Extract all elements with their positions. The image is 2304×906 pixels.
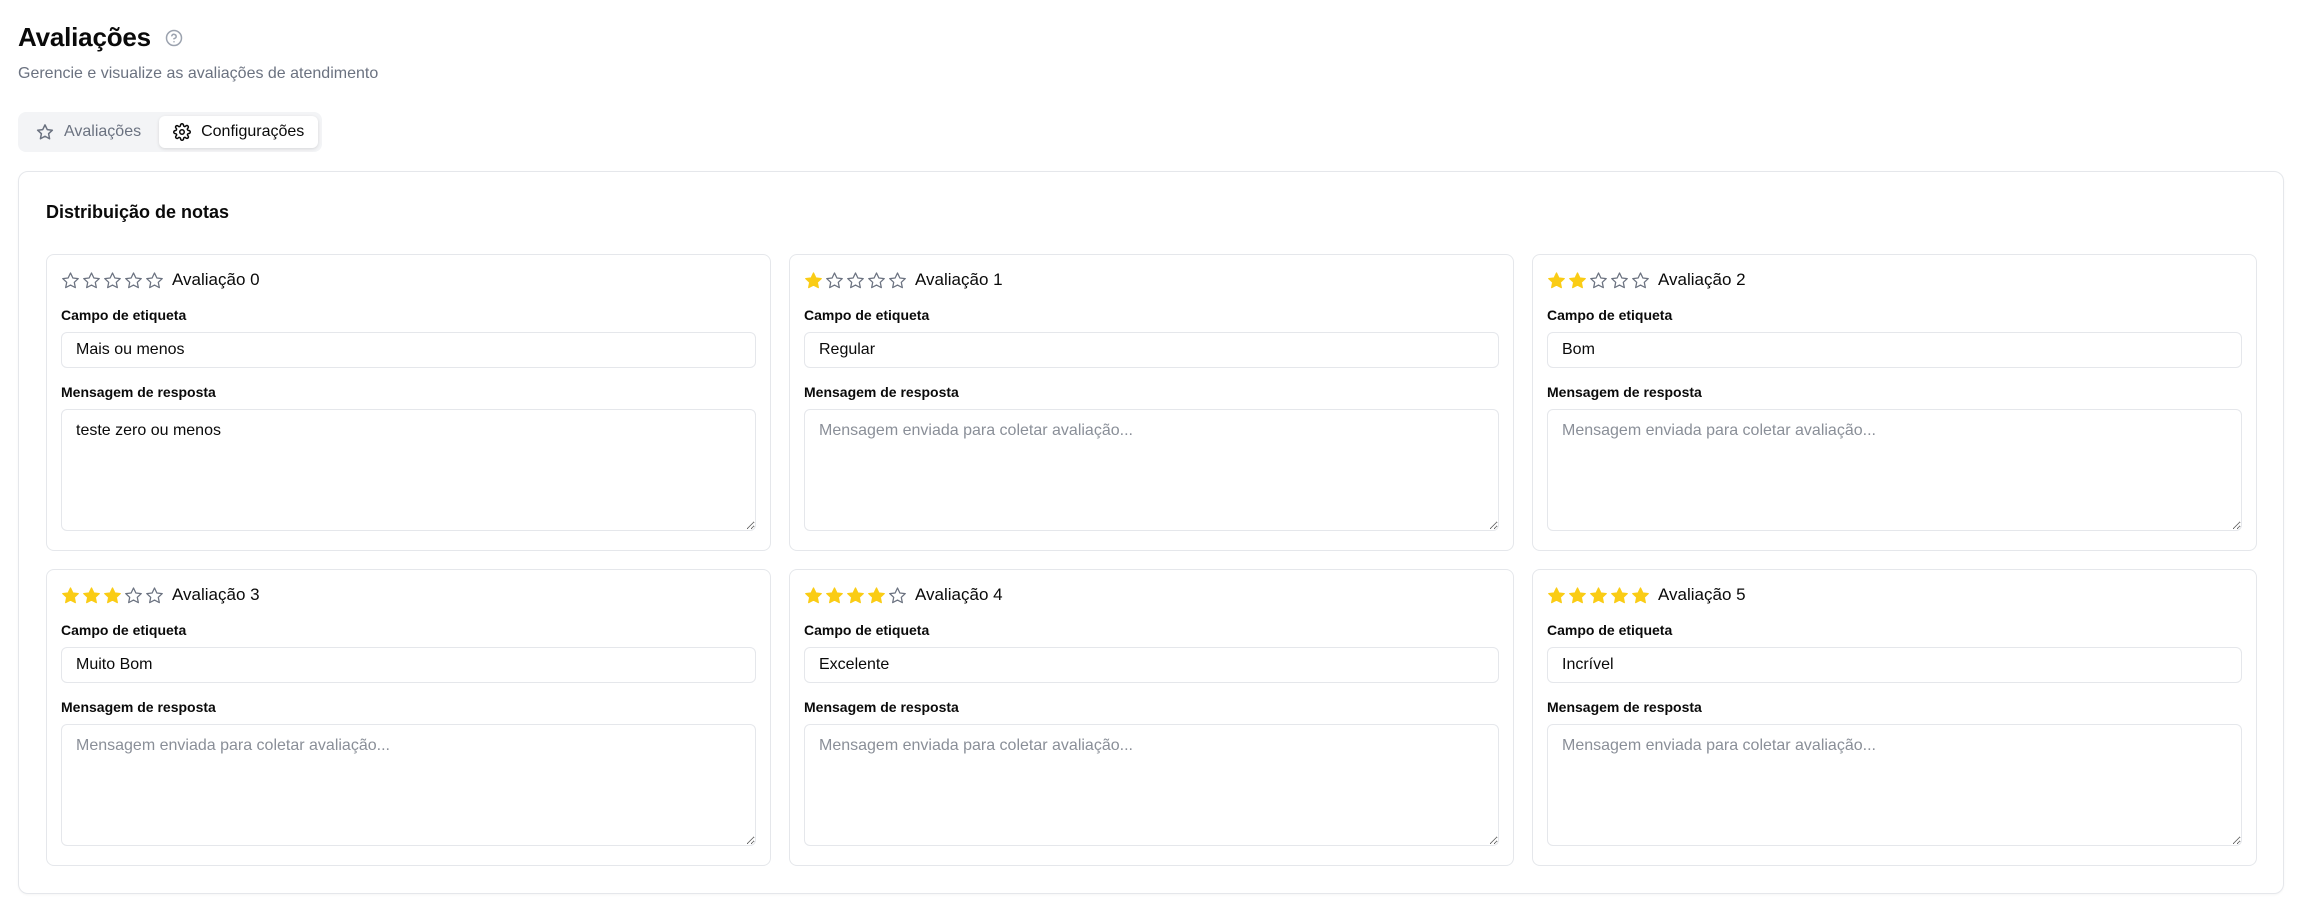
- star-filled-icon: [867, 586, 886, 605]
- star-empty-icon: [124, 586, 143, 605]
- star-empty-icon: [103, 271, 122, 290]
- card-title: Avaliação 3: [172, 585, 260, 604]
- card-header: Avaliação 3: [61, 584, 756, 606]
- card-title: Avaliação 2: [1658, 270, 1746, 289]
- star-empty-icon: [825, 271, 844, 290]
- message-textarea[interactable]: [1547, 409, 2242, 531]
- card-header: Avaliação 4: [804, 584, 1499, 606]
- message-field-label: Mensagem de resposta: [1547, 699, 1702, 715]
- star-empty-icon: [1631, 271, 1650, 290]
- card-header: Avaliação 5: [1547, 584, 2242, 606]
- star-filled-icon: [1568, 586, 1587, 605]
- page-title: Avaliações: [18, 22, 151, 52]
- tab-configuracoes[interactable]: Configurações: [159, 116, 319, 148]
- star-rating: [61, 271, 164, 290]
- star-empty-icon: [888, 586, 907, 605]
- page-header: Avaliações Gerencie e visualize as avali…: [18, 22, 378, 83]
- card-title: Avaliação 5: [1658, 585, 1746, 604]
- rating-card-2: Avaliação 2 Campo de etiqueta Mensagem de …: [1532, 254, 2257, 551]
- star-empty-icon: [124, 271, 143, 290]
- message-textarea[interactable]: [804, 409, 1499, 531]
- card-header: Avaliação 2: [1547, 269, 2242, 291]
- star-empty-icon: [846, 271, 865, 290]
- star-filled-icon: [846, 586, 865, 605]
- card-header: Avaliação 1: [804, 269, 1499, 291]
- message-field-label: Mensagem de resposta: [804, 384, 959, 400]
- message-textarea[interactable]: [1547, 724, 2242, 846]
- star-filled-icon: [1610, 586, 1629, 605]
- tab-avaliacoes[interactable]: Avaliações: [22, 116, 155, 148]
- card-title: Avaliação 0: [172, 270, 260, 289]
- message-field-label: Mensagem de resposta: [1547, 384, 1702, 400]
- message-field-label: Mensagem de resposta: [61, 699, 216, 715]
- star-empty-icon: [145, 586, 164, 605]
- gear-icon: [173, 123, 192, 141]
- label-field-label: Campo de etiqueta: [804, 622, 930, 638]
- page-subtitle: Gerencie e visualize as avaliações de at…: [18, 65, 379, 82]
- star-filled-icon: [103, 586, 122, 605]
- star-icon: [36, 124, 54, 140]
- star-filled-icon: [825, 586, 844, 605]
- star-empty-icon: [61, 271, 80, 290]
- label-input[interactable]: [61, 647, 756, 683]
- star-empty-icon: [82, 271, 101, 290]
- rating-card-3: Avaliação 3 Campo de etiqueta Mensagem de …: [46, 569, 771, 866]
- message-textarea[interactable]: [61, 724, 756, 846]
- message-textarea[interactable]: teste zero ou menos: [61, 409, 756, 531]
- label-input[interactable]: [1547, 647, 2242, 683]
- label-field-label: Campo de etiqueta: [61, 622, 187, 638]
- star-filled-icon: [61, 586, 80, 605]
- star-filled-icon: [82, 586, 101, 605]
- tab-label: Configurações: [201, 123, 305, 140]
- title-row: Avaliações: [18, 22, 378, 53]
- tab-label: Avaliações: [64, 123, 142, 140]
- star-filled-icon: [1589, 586, 1608, 605]
- label-input[interactable]: [1547, 332, 2242, 368]
- star-filled-icon: [804, 271, 823, 290]
- message-textarea[interactable]: [804, 724, 1499, 846]
- rating-cards-grid: Avaliação 0 Campo de etiqueta Mensagem de …: [46, 254, 2258, 866]
- card-title: Avaliação 1: [915, 270, 1003, 289]
- message-field-label: Mensagem de resposta: [804, 699, 959, 715]
- star-filled-icon: [804, 586, 823, 605]
- star-filled-icon: [1631, 586, 1650, 605]
- label-input[interactable]: [804, 647, 1499, 683]
- card-header: Avaliação 0: [61, 269, 756, 291]
- label-field-label: Campo de etiqueta: [61, 307, 187, 323]
- star-filled-icon: [1547, 586, 1566, 605]
- star-empty-icon: [1610, 271, 1629, 290]
- star-rating: [61, 586, 164, 605]
- label-input[interactable]: [61, 332, 756, 368]
- rating-card-5: Avaliação 5 Campo de etiqueta Mensagem de …: [1532, 569, 2257, 866]
- tab-bar: Avaliações Configurações: [18, 112, 323, 152]
- rating-distribution-panel: Distribuição de notas Avaliação 0 Campo d…: [18, 171, 2284, 894]
- label-input[interactable]: [804, 332, 1499, 368]
- help-circle-icon[interactable]: [165, 29, 183, 47]
- star-empty-icon: [888, 271, 907, 290]
- star-empty-icon: [867, 271, 886, 290]
- star-rating: [1547, 586, 1650, 605]
- star-rating: [804, 586, 907, 605]
- message-field-label: Mensagem de resposta: [61, 384, 216, 400]
- label-field-label: Campo de etiqueta: [1547, 307, 1673, 323]
- star-empty-icon: [1589, 271, 1608, 290]
- star-filled-icon: [1547, 271, 1566, 290]
- star-rating: [804, 271, 907, 290]
- star-rating: [1547, 271, 1650, 290]
- star-empty-icon: [145, 271, 164, 290]
- label-field-label: Campo de etiqueta: [804, 307, 930, 323]
- rating-card-0: Avaliação 0 Campo de etiqueta Mensagem de …: [46, 254, 771, 551]
- label-field-label: Campo de etiqueta: [1547, 622, 1673, 638]
- star-filled-icon: [1568, 271, 1587, 290]
- panel-title: Distribuição de notas: [46, 202, 230, 222]
- rating-card-4: Avaliação 4 Campo de etiqueta Mensagem de …: [789, 569, 1514, 866]
- card-title: Avaliação 4: [915, 585, 1003, 604]
- rating-card-1: Avaliação 1 Campo de etiqueta Mensagem de …: [789, 254, 1514, 551]
